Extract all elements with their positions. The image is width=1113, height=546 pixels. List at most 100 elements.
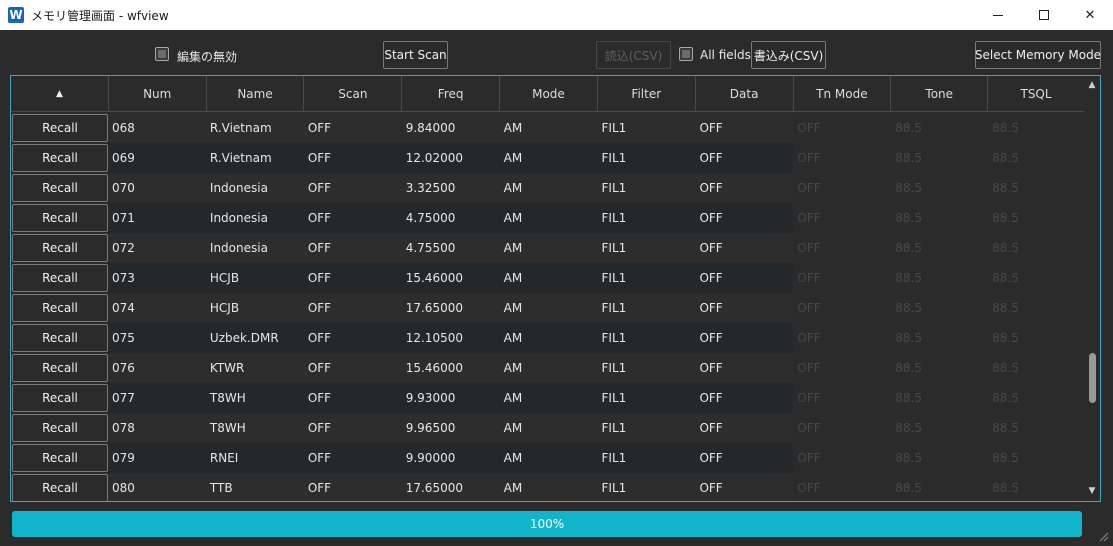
cell-scan[interactable]: OFF (304, 443, 402, 473)
cell-tone[interactable]: 88.5 (891, 323, 989, 353)
close-button[interactable]: ✕ (1067, 0, 1113, 30)
cell-filter[interactable]: FIL1 (598, 383, 696, 413)
cell-name[interactable]: Indonesia (206, 233, 304, 263)
recall-button[interactable]: Recall (12, 324, 108, 352)
cell-scan[interactable]: OFF (304, 233, 402, 263)
memory-table[interactable]: ▲ Num Name Scan Freq Mode Filter Data Tn… (10, 75, 1101, 502)
cell-freq[interactable]: 17.65000 (402, 473, 500, 501)
table-row[interactable]: Recall 077 T8WH OFF 9.93000 AM FIL1 OFF OFF 88.5 8… (11, 383, 1086, 413)
write-csv-button[interactable]: 書込み(CSV) (751, 41, 826, 69)
cell-data[interactable]: OFF (695, 323, 793, 353)
cell-tn-mode[interactable]: OFF (793, 353, 892, 383)
scroll-up-icon[interactable]: ▲ (1087, 80, 1097, 90)
cell-filter[interactable]: FIL1 (598, 263, 696, 293)
table-row[interactable]: Recall 069 R.Vietnam OFF 12.02000 AM FIL1 OFF OF… (11, 143, 1086, 173)
table-row[interactable]: Recall 068 R.Vietnam OFF 9.84000 AM FIL1 OFF OFF… (11, 113, 1086, 143)
cell-scan[interactable]: OFF (304, 113, 402, 143)
cell-tsql[interactable]: 88.5 (988, 173, 1086, 203)
cell-num[interactable]: 068 (108, 113, 206, 143)
cell-freq[interactable]: 3.32500 (402, 173, 500, 203)
cell-tn-mode[interactable]: OFF (793, 113, 892, 143)
cell-tsql[interactable]: 88.5 (988, 443, 1086, 473)
cell-tsql[interactable]: 88.5 (988, 113, 1086, 143)
cell-data[interactable]: OFF (695, 233, 793, 263)
cell-scan[interactable]: OFF (304, 383, 402, 413)
column-header-freq[interactable]: Freq (402, 76, 501, 112)
cell-filter[interactable]: FIL1 (598, 323, 696, 353)
cell-data[interactable]: OFF (695, 203, 793, 233)
cell-data[interactable]: OFF (695, 263, 793, 293)
cell-num[interactable]: 071 (108, 203, 206, 233)
table-row[interactable]: Recall 078 T8WH OFF 9.96500 AM FIL1 OFF OFF 88.5 8… (11, 413, 1086, 443)
column-header-name[interactable]: Name (207, 76, 305, 112)
cell-num[interactable]: 072 (108, 233, 206, 263)
sort-corner-header[interactable]: ▲ (11, 76, 109, 112)
cell-tsql[interactable]: 88.5 (988, 323, 1086, 353)
select-memory-mode-button[interactable]: Select Memory Mode (975, 41, 1101, 69)
cell-mode[interactable]: AM (500, 293, 598, 323)
cell-name[interactable]: R.Vietnam (206, 143, 304, 173)
cell-mode[interactable]: AM (500, 443, 598, 473)
cell-mode[interactable]: AM (500, 353, 598, 383)
cell-scan[interactable]: OFF (304, 143, 402, 173)
recall-button[interactable]: Recall (12, 444, 108, 472)
column-header-scan[interactable]: Scan (304, 76, 403, 112)
recall-button[interactable]: Recall (12, 414, 108, 442)
cell-data[interactable]: OFF (695, 173, 793, 203)
cell-name[interactable]: Indonesia (206, 203, 304, 233)
cell-tn-mode[interactable]: OFF (793, 233, 892, 263)
cell-data[interactable]: OFF (695, 293, 793, 323)
cell-freq[interactable]: 9.90000 (402, 443, 500, 473)
cell-freq[interactable]: 15.46000 (402, 263, 500, 293)
cell-num[interactable]: 079 (108, 443, 206, 473)
cell-tsql[interactable]: 88.5 (988, 473, 1086, 501)
cell-scan[interactable]: OFF (304, 353, 402, 383)
start-scan-button[interactable]: Start Scan (383, 41, 448, 69)
recall-button[interactable]: Recall (12, 474, 108, 501)
cell-tone[interactable]: 88.5 (891, 443, 989, 473)
cell-tsql[interactable]: 88.5 (988, 293, 1086, 323)
cell-tone[interactable]: 88.5 (891, 473, 989, 501)
cell-tsql[interactable]: 88.5 (988, 233, 1086, 263)
cell-num[interactable]: 075 (108, 323, 206, 353)
cell-mode[interactable]: AM (500, 323, 598, 353)
recall-button[interactable]: Recall (12, 234, 108, 262)
cell-freq[interactable]: 4.75500 (402, 233, 500, 263)
table-row[interactable]: Recall 079 RNEI OFF 9.90000 AM FIL1 OFF OFF 88.5 8… (11, 443, 1086, 473)
cell-mode[interactable]: AM (500, 143, 598, 173)
scrollbar-thumb[interactable] (1089, 352, 1096, 403)
cell-num[interactable]: 077 (108, 383, 206, 413)
cell-tn-mode[interactable]: OFF (793, 443, 892, 473)
cell-filter[interactable]: FIL1 (598, 293, 696, 323)
cell-num[interactable]: 070 (108, 173, 206, 203)
table-row[interactable]: Recall 072 Indonesia OFF 4.75500 AM FIL1 OFF OFF… (11, 233, 1086, 263)
cell-freq[interactable]: 9.84000 (402, 113, 500, 143)
table-row[interactable]: Recall 070 Indonesia OFF 3.32500 AM FIL1 OFF OFF… (11, 173, 1086, 203)
cell-filter[interactable]: FIL1 (598, 143, 696, 173)
cell-num[interactable]: 080 (108, 473, 206, 501)
recall-button[interactable]: Recall (12, 204, 108, 232)
cell-num[interactable]: 078 (108, 413, 206, 443)
cell-num[interactable]: 074 (108, 293, 206, 323)
cell-tn-mode[interactable]: OFF (793, 203, 892, 233)
column-header-num[interactable]: Num (109, 76, 207, 112)
table-row[interactable]: Recall 074 HCJB OFF 17.65000 AM FIL1 OFF OFF 88.5… (11, 293, 1086, 323)
cell-data[interactable]: OFF (695, 413, 793, 443)
cell-tn-mode[interactable]: OFF (793, 173, 892, 203)
cell-scan[interactable]: OFF (304, 323, 402, 353)
cell-freq[interactable]: 15.46000 (402, 353, 500, 383)
recall-button[interactable]: Recall (12, 114, 108, 142)
cell-tone[interactable]: 88.5 (891, 293, 989, 323)
cell-name[interactable]: RNEI (206, 443, 304, 473)
table-row[interactable]: Recall 076 KTWR OFF 15.46000 AM FIL1 OFF OFF 88.5… (11, 353, 1086, 383)
recall-button[interactable]: Recall (12, 354, 108, 382)
cell-scan[interactable]: OFF (304, 413, 402, 443)
cell-filter[interactable]: FIL1 (598, 473, 696, 501)
cell-tn-mode[interactable]: OFF (793, 143, 892, 173)
cell-num[interactable]: 073 (108, 263, 206, 293)
cell-data[interactable]: OFF (695, 143, 793, 173)
cell-mode[interactable]: AM (500, 473, 598, 501)
cell-name[interactable]: HCJB (206, 293, 304, 323)
column-header-mode[interactable]: Mode (500, 76, 598, 112)
table-row[interactable]: Recall 071 Indonesia OFF 4.75000 AM FIL1 OFF OFF… (11, 203, 1086, 233)
